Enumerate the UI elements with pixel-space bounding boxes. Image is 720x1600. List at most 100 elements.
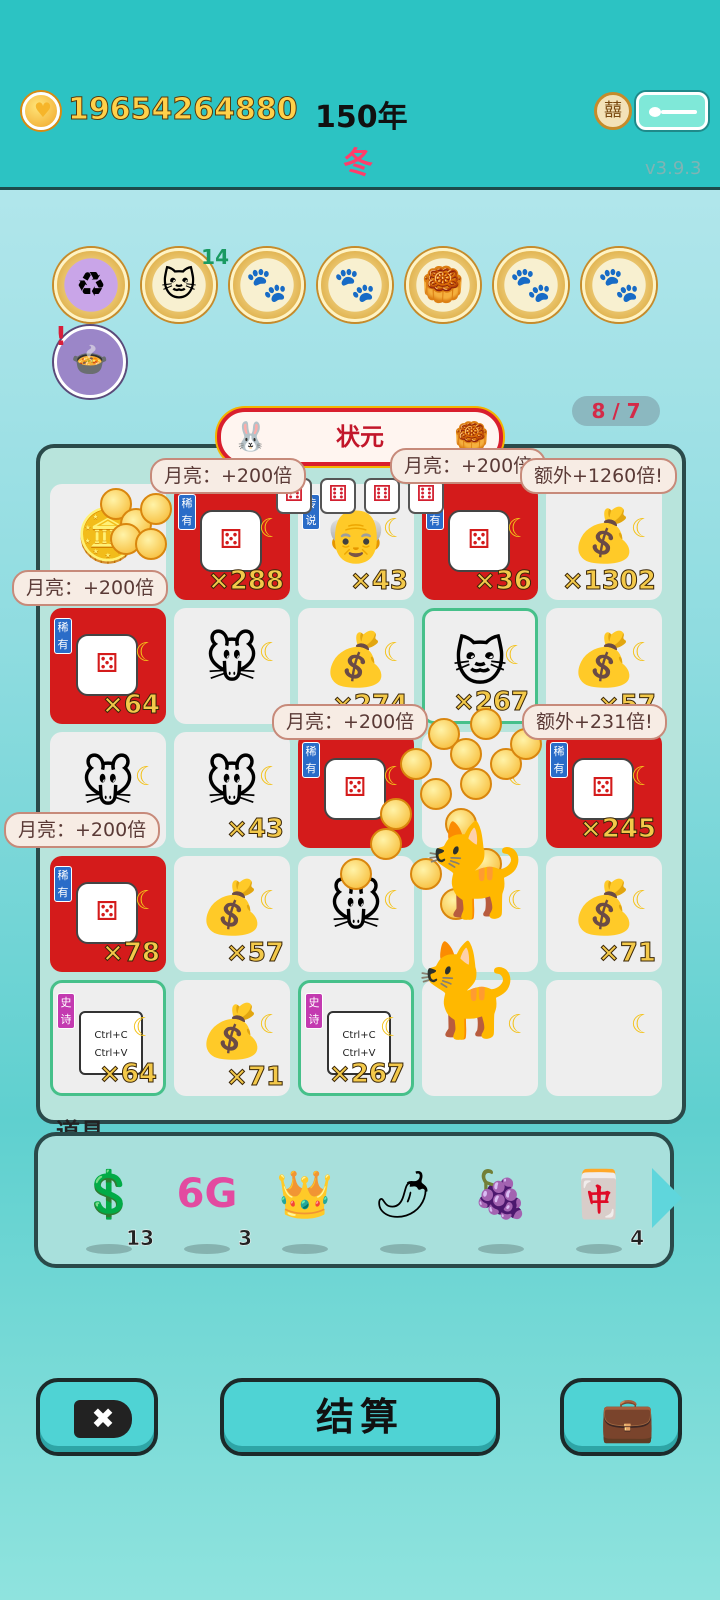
dice-icon: ⚅ xyxy=(364,478,400,514)
board-cell[interactable]: 💰 ☾ ×71 xyxy=(174,980,290,1096)
moon-icon: ☾ xyxy=(506,514,530,544)
moon-icon: ☾ xyxy=(258,638,282,668)
bonus-bubble: 额外+1260倍! xyxy=(520,458,677,494)
close-icon: ✖ xyxy=(74,1400,132,1438)
lychee-icon: 🍇 xyxy=(472,1167,530,1221)
6g-item[interactable]: 6G 3 xyxy=(170,1162,252,1254)
game-board: 🪙☾⚄☾稀有×288👴☾传说×43⚄☾稀有×36💰☾×1302⚄☾稀有×64🐭☾… xyxy=(36,444,686,1124)
multiplier-label: ×71 xyxy=(226,1062,285,1093)
multiplier-label: ×71 xyxy=(598,938,657,969)
moon-icon: ☾ xyxy=(258,1010,282,1040)
dice-icon: ⚄ xyxy=(572,758,634,820)
rarity-tag: 史诗 xyxy=(305,993,323,1029)
cats-icon[interactable]: 🐾 xyxy=(230,248,304,322)
cats-icon[interactable]: 🐾 xyxy=(318,248,392,322)
item-count: 13 xyxy=(126,1226,154,1251)
cat-fish-icon[interactable]: 🐱 14 xyxy=(142,247,229,322)
board-cell[interactable]: ⚄ ☾ 稀有 ×288 xyxy=(174,484,290,600)
board-cell[interactable]: Ctrl+C Ctrl+V ☾ 史诗 ×64 xyxy=(50,980,166,1096)
moon-icon: ☾ xyxy=(503,641,527,671)
multiplier-label: ×43 xyxy=(226,814,285,845)
moon-icon: ☾ xyxy=(630,886,654,916)
moon-icon: ☾ xyxy=(134,638,158,668)
effect-icons-row: ♻ 🐱 14 🐾 🐾 🥮 🐾 🐾 xyxy=(54,247,674,328)
bonus-bubble: 月亮：+200倍 xyxy=(150,458,307,494)
board-cell[interactable]: 🐭 ☾ xyxy=(174,608,290,724)
moon-icon: ☾ xyxy=(630,638,654,668)
multiplier-label: ×43 xyxy=(350,566,409,597)
board-cell[interactable]: 💰 ☾ ×71 xyxy=(546,856,662,972)
dollar-coin-item[interactable]: 💲 13 xyxy=(72,1162,154,1254)
board-cell[interactable]: 🐭 ☾ ×43 xyxy=(174,732,290,848)
moon-icon: ☾ xyxy=(258,886,282,916)
board-cell[interactable]: ⚄ ☾ 稀有 ×78 xyxy=(50,856,166,972)
crown-item[interactable]: 👑 xyxy=(268,1162,342,1254)
6g-icon: 6G xyxy=(176,1171,238,1217)
board-cell[interactable]: 💰 ☾ ×1302 xyxy=(546,484,662,600)
moon-icon: ☾ xyxy=(382,514,406,544)
multiplier-label: ×245 xyxy=(579,814,656,845)
briefcase-button[interactable]: 💼 xyxy=(560,1378,682,1456)
coin-icon xyxy=(470,708,502,740)
coin-icon xyxy=(135,528,167,560)
dice-icon: ⚄ xyxy=(324,758,386,820)
board-cell[interactable]: 🐱 ☾ ×267 xyxy=(422,608,538,724)
coin-icon xyxy=(140,493,172,525)
multiplier-label: ×57 xyxy=(226,938,285,969)
moon-icon: ☾ xyxy=(630,1010,654,1040)
coin-balance: 19654264880 xyxy=(68,92,299,128)
multiplier-label: ×64 xyxy=(102,690,161,721)
item-shadow xyxy=(86,1244,132,1254)
lychee-item[interactable]: 🍇 xyxy=(464,1162,538,1254)
board-cell[interactable]: 💰☾×57 xyxy=(174,856,290,972)
moon-icon: ☾ xyxy=(258,762,282,792)
multiplier-label: ×1302 xyxy=(561,566,656,597)
recycle-icon[interactable]: ♻ xyxy=(54,248,128,322)
cats-icon[interactable]: 🐾 xyxy=(494,248,568,322)
close-button[interactable]: ✖ xyxy=(36,1378,158,1456)
board-cell[interactable]: ☾ xyxy=(546,980,662,1096)
moon-icon: ☾ xyxy=(630,762,654,792)
round-counter: 8 / 7 xyxy=(572,396,660,426)
items-panel: 💲 13 6G 3 👑 🌶 🍇 🀄 4 xyxy=(34,1132,674,1268)
coin-icon xyxy=(370,828,402,860)
double-happiness-icon[interactable]: 囍 xyxy=(594,92,632,130)
cards-item[interactable]: 🀄 4 xyxy=(562,1162,644,1254)
moon-icon: ☾ xyxy=(382,886,406,916)
settle-button[interactable]: 结算 xyxy=(220,1378,500,1456)
dollar-coin-icon: 💲 xyxy=(80,1167,138,1221)
board-cell[interactable]: ⚄ ☾ 稀有 xyxy=(298,732,414,848)
moon-icon: ☾ xyxy=(131,1013,155,1043)
mooncake-icon[interactable]: 🥮 xyxy=(406,248,480,322)
item-shadow xyxy=(478,1244,524,1254)
multiplier-label: ×267 xyxy=(328,1059,405,1090)
next-arrow-icon[interactable] xyxy=(652,1168,682,1228)
dice-icon: ⚄ xyxy=(448,510,510,572)
cat-icon: 🐈 xyxy=(410,938,523,1043)
board-cell[interactable]: Ctrl+C Ctrl+V ☾ 史诗 ×267 xyxy=(298,980,414,1096)
moon-icon: ☾ xyxy=(382,638,406,668)
board-cell[interactable]: ⚄ ☾ 稀有 ×64 xyxy=(50,608,166,724)
menu-button[interactable] xyxy=(636,92,708,130)
dice-icon: ⚄ xyxy=(76,634,138,696)
rarity-tag: 稀有 xyxy=(178,494,196,530)
rarity-tag: 稀有 xyxy=(54,618,72,654)
board-cell[interactable]: ⚄ ☾ 稀有 ×245 xyxy=(546,732,662,848)
chili-item[interactable]: 🌶 xyxy=(366,1162,440,1254)
coin-icon xyxy=(340,858,372,890)
coin-icon xyxy=(400,748,432,780)
top-bar: 19654264880 150年 冬 囍 v3.9.3 xyxy=(0,0,720,190)
rarity-tag: 稀有 xyxy=(302,742,320,778)
cats-icon[interactable]: 🐾 xyxy=(582,248,656,322)
settle-label: 结算 xyxy=(315,1395,404,1439)
moon-icon: ☾ xyxy=(630,514,654,544)
item-count: 4 xyxy=(630,1226,644,1251)
dice-icon: ⚄ xyxy=(76,882,138,944)
rarity-tag: 史诗 xyxy=(57,993,75,1029)
moon-icon: ☾ xyxy=(134,886,158,916)
multiplier-label: ×288 xyxy=(207,566,284,597)
bonus-bubble: 月亮：+200倍 xyxy=(272,704,429,740)
year-label: 150年 xyxy=(315,100,408,135)
coin-icon xyxy=(460,768,492,800)
item-shadow xyxy=(576,1244,622,1254)
